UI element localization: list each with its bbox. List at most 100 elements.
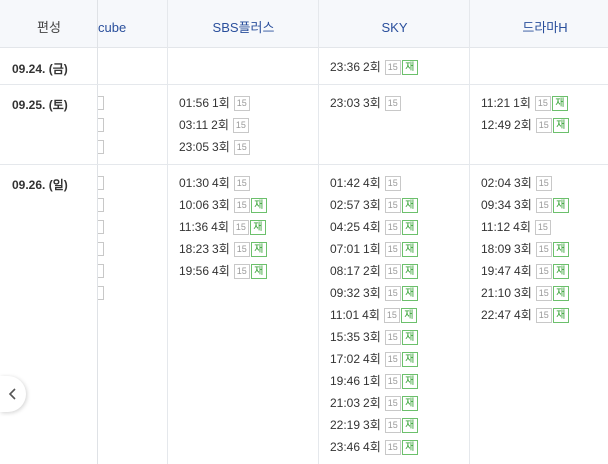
- schedule-entry: 18:09 3회 15 재: [481, 241, 569, 257]
- age-rating-badge: 15: [535, 176, 552, 191]
- age-rating-badge: 15: [535, 118, 552, 133]
- rerun-badge: 재: [401, 352, 418, 367]
- rerun-badge: 재: [552, 264, 569, 279]
- rerun-badge: 재: [401, 330, 418, 345]
- episode-number: 2회: [211, 118, 229, 132]
- airtime: 01:30: [179, 176, 210, 190]
- age-rating-badge: 15: [384, 220, 401, 235]
- rerun-badge: 재: [401, 264, 418, 279]
- episode-number: 4회: [212, 264, 230, 278]
- age-rating-badge: 15: [535, 264, 552, 279]
- airtime: 19:46: [330, 374, 361, 388]
- airtime: 19:56: [179, 264, 210, 278]
- schedule-entry: 07:01 1회 15 재: [330, 241, 418, 257]
- airtime: 23:36: [330, 60, 361, 74]
- schedule-entry: 23:36 2회 15 재: [330, 59, 418, 75]
- episode-number: 4회: [363, 176, 381, 190]
- schedule-entry: 19:56 4회 15 재: [179, 263, 267, 279]
- episode-number: 2회: [363, 396, 381, 410]
- episode-number: 3회: [514, 242, 532, 256]
- clipped-badge-fragment: [98, 198, 104, 212]
- age-rating-badge: 15: [384, 396, 401, 411]
- episode-number: 4회: [211, 220, 229, 234]
- rerun-badge: 재: [249, 220, 266, 235]
- airtime: 21:10: [481, 286, 512, 300]
- schedule-entry: 09:34 3회 15 재: [481, 197, 569, 213]
- column-divider: [469, 0, 470, 464]
- airtime: 22:19: [330, 418, 361, 432]
- header-channel-cube[interactable]: cube: [98, 0, 168, 48]
- rerun-badge: 재: [401, 60, 418, 75]
- schedule-entry: 11:01 4회 15 재: [330, 307, 417, 323]
- episode-number: 1회: [513, 96, 531, 110]
- schedule-entry: 19:47 4회 15 재: [481, 263, 569, 279]
- airtime: 02:57: [330, 198, 361, 212]
- schedule-entry: 12:49 2회 15 재: [481, 117, 569, 133]
- airtime: 21:03: [330, 396, 361, 410]
- column-divider: [318, 0, 319, 464]
- episode-number: 3회: [212, 140, 230, 154]
- airtime: 17:02: [330, 352, 361, 366]
- header-channel-sbsplus[interactable]: SBS플러스: [168, 0, 319, 48]
- schedule-entry: 02:04 3회 15: [481, 175, 552, 191]
- schedule-entry: 11:12 4회 15: [481, 219, 551, 235]
- age-rating-badge: 15: [384, 418, 401, 433]
- clipped-badge-fragment: [98, 140, 104, 154]
- rerun-badge: 재: [552, 242, 569, 257]
- episode-number: 2회: [363, 60, 381, 74]
- rerun-badge: 재: [401, 396, 418, 411]
- airtime: 02:04: [481, 176, 512, 190]
- episode-number: 2회: [363, 264, 381, 278]
- age-rating-badge: 15: [535, 308, 552, 323]
- rerun-badge: 재: [250, 264, 267, 279]
- episode-number: 3회: [514, 176, 532, 190]
- age-rating-badge: 15: [535, 198, 552, 213]
- schedule-entry: 17:02 4회 15 재: [330, 351, 418, 367]
- age-rating-badge: 15: [384, 198, 401, 213]
- age-rating-badge: 15: [534, 96, 551, 111]
- age-rating-badge: 15: [384, 330, 401, 345]
- episode-number: 4회: [514, 308, 532, 322]
- age-rating-badge: 15: [233, 198, 250, 213]
- prev-button[interactable]: [0, 376, 26, 412]
- schedule-entry: 01:42 4회 15: [330, 175, 401, 191]
- episode-number: 3회: [514, 198, 532, 212]
- clipped-badge-fragment: [98, 220, 104, 234]
- schedule-entry: 23:05 3회 15: [179, 139, 250, 155]
- row-divider: [0, 164, 608, 165]
- airtime: 12:49: [481, 118, 512, 132]
- age-rating-badge: 15: [534, 220, 551, 235]
- episode-number: 3회: [363, 198, 381, 212]
- schedule-entry: 11:36 4회 15 재: [179, 219, 266, 235]
- age-rating-badge: 15: [233, 242, 250, 257]
- age-rating-badge: 15: [383, 308, 400, 323]
- clipped-badge-fragment: [98, 96, 104, 110]
- schedule-entry: 04:25 4회 15 재: [330, 219, 418, 235]
- age-rating-badge: 15: [384, 96, 401, 111]
- rerun-badge: 재: [250, 242, 267, 257]
- rerun-badge: 재: [401, 440, 418, 455]
- rerun-badge: 재: [401, 286, 418, 301]
- schedule-entry: 10:06 3회 15 재: [179, 197, 267, 213]
- header-channel-dramah[interactable]: 드라마H: [470, 0, 608, 48]
- airtime: 01:56: [179, 96, 210, 110]
- schedule-entry: 22:19 3회 15 재: [330, 417, 418, 433]
- airtime: 07:01: [330, 242, 361, 256]
- airtime: 08:17: [330, 264, 361, 278]
- header-channel-sky[interactable]: SKY: [319, 0, 470, 48]
- clipped-badge-fragment: [98, 264, 104, 278]
- episode-number: 1회: [363, 374, 381, 388]
- episode-number: 3회: [212, 198, 230, 212]
- airtime: 23:05: [179, 140, 210, 154]
- header-schedule: 편성: [37, 20, 61, 35]
- schedule-entry: 18:23 3회 15 재: [179, 241, 267, 257]
- airtime: 19:47: [481, 264, 512, 278]
- episode-number: 4회: [363, 220, 381, 234]
- clipped-badge-fragment: [98, 286, 104, 300]
- schedule-entry: 09:32 3회 15 재: [330, 285, 418, 301]
- airtime: 23:46: [330, 440, 361, 454]
- rerun-badge: 재: [400, 308, 417, 323]
- table-header: 편성 cube SBS플러스 SKY 드라마H: [0, 0, 608, 48]
- age-rating-badge: 15: [384, 440, 401, 455]
- airtime: 18:09: [481, 242, 512, 256]
